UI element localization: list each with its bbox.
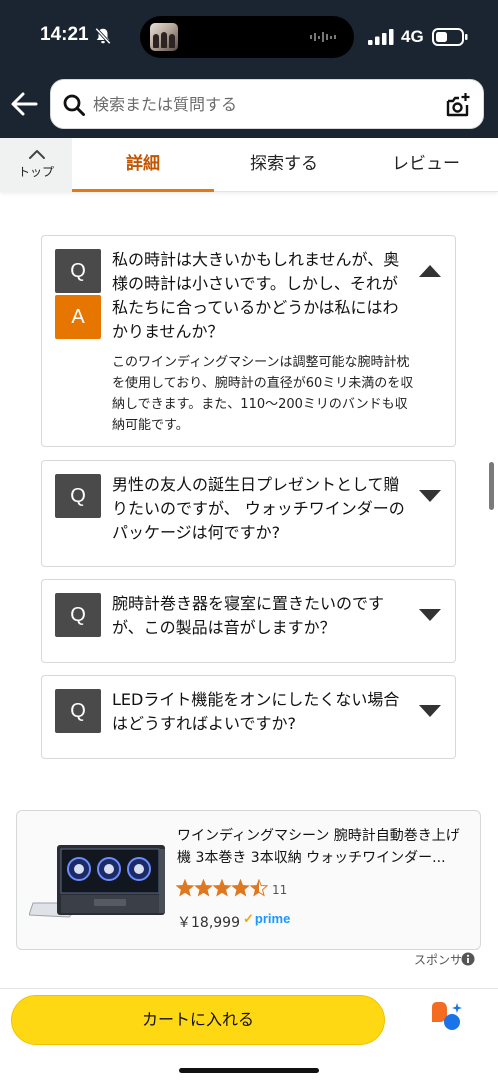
star-icon <box>249 879 268 897</box>
question-badge: Q <box>55 249 101 293</box>
app-header: 14:21 4G <box>0 0 498 138</box>
star-icon <box>194 879 213 897</box>
rating-count[interactable]: 11 <box>272 883 287 897</box>
now-playing-artwork <box>150 23 178 51</box>
sponsored-product-title[interactable]: ワインディングマシーン 腕時計自動巻き上げ機 3本巻き 3本収納 ウォッチワイン… <box>177 825 473 869</box>
product-tabs: トップ 詳細 探索する レビュー <box>0 138 498 192</box>
expand-arrow-icon[interactable] <box>419 608 441 622</box>
audio-waveform-icon <box>310 32 336 42</box>
star-icon <box>212 879 232 897</box>
question-badge: Q <box>55 689 101 733</box>
question-badge: Q <box>55 474 101 518</box>
bell-slash-icon <box>95 27 111 45</box>
collapse-arrow-icon[interactable] <box>419 264 441 278</box>
search-icon <box>63 94 85 116</box>
info-icon[interactable] <box>461 952 475 966</box>
qa-question-text: 男性の友人の誕生日プレゼントとして贈りたいのですが、 ウォッチワインダーのパッケ… <box>112 475 405 542</box>
ai-assistant-icon[interactable] <box>428 1001 464 1033</box>
qa-item[interactable]: Q 男性の友人の誕生日プレゼントとして贈りたいのですが、 ウォッチワインダーのパ… <box>41 460 456 567</box>
add-to-cart-button[interactable]: カートに入れる <box>11 995 385 1045</box>
search-bar[interactable] <box>50 79 484 129</box>
back-to-top-button[interactable]: トップ <box>0 138 72 192</box>
answer-badge: A <box>55 295 101 339</box>
star-icon <box>176 879 195 897</box>
expand-arrow-icon[interactable] <box>419 489 441 503</box>
qa-answer-text: このワインディングマシーンは調整可能な腕時計枕を使用しており、腕時計の直径が60… <box>112 355 414 433</box>
star-icon <box>231 879 250 897</box>
search-input[interactable] <box>93 80 433 128</box>
bottom-action-bar: カートに入れる <box>0 988 498 1080</box>
chevron-up-icon <box>29 150 45 159</box>
qa-item-expanded[interactable]: Q A 私の時計は大きいかもしれませんが、奥様の時計は小さいです。しかし、それが… <box>41 235 456 447</box>
camera-icon[interactable] <box>445 92 471 118</box>
tab-details[interactable]: 詳細 <box>72 138 214 192</box>
product-image <box>29 845 165 918</box>
back-arrow-icon[interactable] <box>10 90 40 118</box>
tab-reviews[interactable]: レビュー <box>354 138 498 192</box>
dynamic-island[interactable] <box>140 16 354 58</box>
expand-arrow-icon[interactable] <box>419 704 441 718</box>
star-rating <box>176 879 268 897</box>
prime-label: prime <box>254 911 291 926</box>
prime-check-icon: ✓ <box>243 911 254 926</box>
tab-explore[interactable]: 探索する <box>214 138 354 192</box>
qa-question-text: 腕時計巻き器を寝室に置きたいのですが、この製品は音がしますか？ <box>112 594 385 637</box>
product-price: ￥18,999 <box>177 915 240 931</box>
back-to-top-label: トップ <box>17 165 54 179</box>
network-type: 4G <box>401 27 424 46</box>
signal-bars-icon <box>368 29 394 45</box>
status-time: 14:21 <box>40 24 89 45</box>
qa-question-text: LEDライト機能をオンにしたくない場合はどうすればよいですか? <box>112 690 400 733</box>
qa-item[interactable]: Q LEDライト機能をオンにしたくない場合はどうすればよいですか? <box>41 675 456 759</box>
qa-item[interactable]: Q 腕時計巻き器を寝室に置きたいのですが、この製品は音がしますか？ <box>41 579 456 663</box>
prime-badge: ✓prime <box>243 911 290 929</box>
sponsored-product-card[interactable]: ワインディングマシーン 腕時計自動巻き上げ機 3本巻き 3本収納 ウォッチワイン… <box>16 810 481 950</box>
qa-question-text: 私の時計は大きいかもしれませんが、奥様の時計は小さいです。しかし、それが私たちに… <box>112 250 400 341</box>
question-badge: Q <box>55 593 101 637</box>
scrollbar-thumb[interactable] <box>489 462 494 510</box>
battery-icon <box>432 28 468 46</box>
home-indicator[interactable] <box>179 1068 319 1073</box>
